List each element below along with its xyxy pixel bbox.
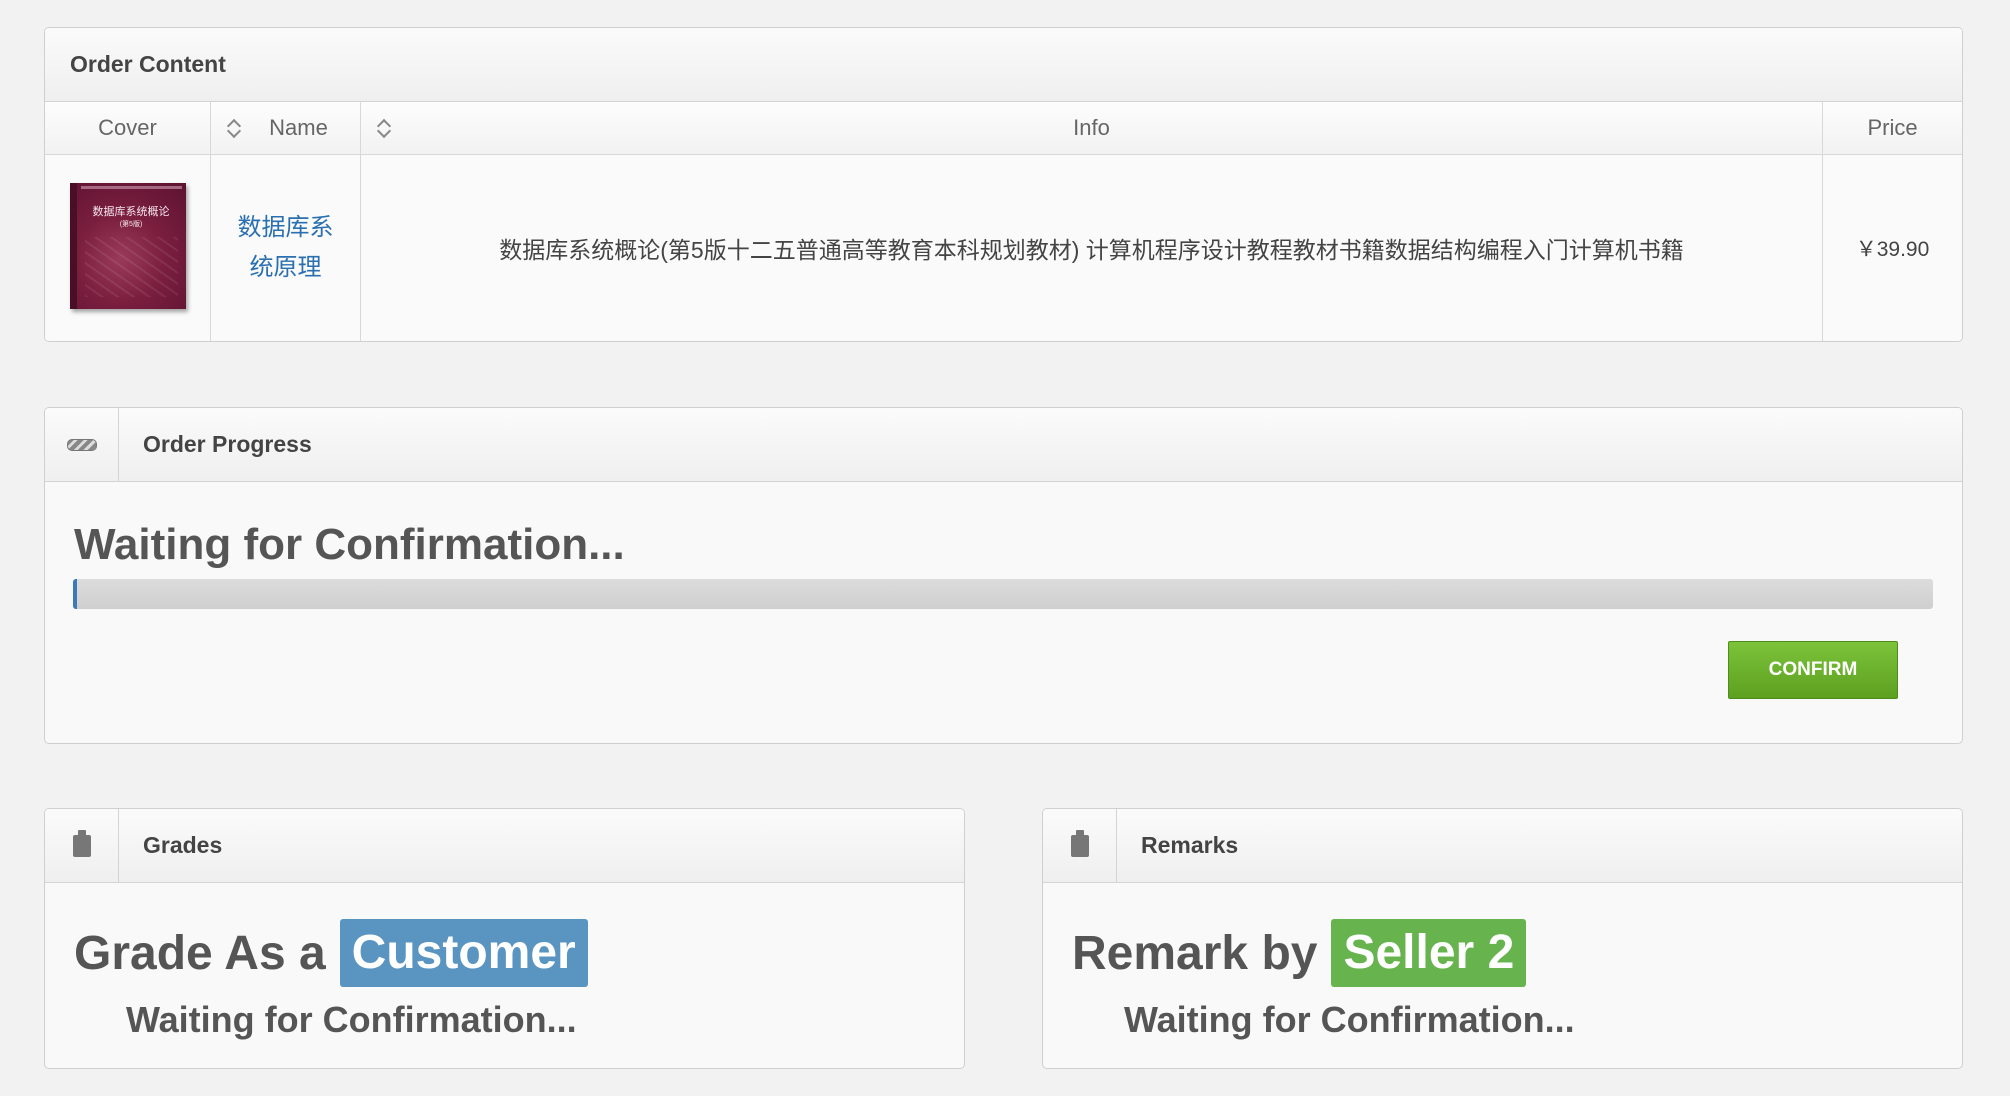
price-cell: ￥39.90	[1822, 154, 1962, 341]
pencil-icon	[45, 408, 119, 482]
grades-panel: Grades Grade As a Customer Waiting for C…	[44, 808, 965, 1069]
product-price: ￥39.90	[1855, 238, 1930, 261]
grades-heading: Grade As a Customer	[74, 919, 588, 987]
remarks-panel: Remarks Remark by Seller 2 Waiting for C…	[1042, 808, 1963, 1069]
grades-status: Waiting for Confirmation...	[126, 999, 577, 1040]
remarks-heading: Remark by Seller 2	[1072, 919, 1527, 987]
product-name-link[interactable]: 数据库系统原理	[231, 208, 341, 288]
remarks-status: Waiting for Confirmation...	[1124, 999, 1575, 1040]
col-name[interactable]: Name	[210, 102, 361, 155]
book-cover-image[interactable]: 数据库系统概论 (第5版)	[69, 182, 186, 309]
col-price: Price	[1822, 102, 1962, 155]
order-progress-title: Order Progress	[143, 431, 312, 457]
sort-icon[interactable]	[377, 117, 391, 139]
role-badge-customer: Customer	[339, 919, 588, 987]
remarks-title: Remarks	[1141, 832, 1239, 858]
grades-heading-text: Grade As a	[74, 926, 326, 980]
cover-title: 数据库系统概论	[92, 204, 170, 218]
progress-status: Waiting for Confirmation...	[74, 520, 625, 569]
clipboard-icon	[1043, 809, 1117, 883]
grades-header: Grades	[45, 809, 964, 883]
col-cover: Cover	[45, 102, 211, 155]
order-content-header: Order Content	[45, 28, 1962, 102]
info-cell: 数据库系统概论(第5版十二五普通高等教育本科规划教材) 计算机程序设计教程教材书…	[360, 154, 1823, 341]
grades-title: Grades	[143, 832, 223, 858]
name-cell: 数据库系统原理	[210, 154, 361, 341]
order-table: Cover Name Info Price 数据库系统概论 (第5版) 数据库系…	[45, 102, 1962, 341]
confirm-button[interactable]: CONFIRM	[1728, 641, 1898, 699]
col-info[interactable]: Info	[360, 102, 1823, 155]
role-badge-seller: Seller 2	[1331, 919, 1527, 987]
progress-bar	[73, 579, 1933, 609]
remarks-heading-text: Remark by	[1072, 926, 1318, 980]
order-content-panel: Order Content Cover Name Info Price 数据库系…	[44, 27, 1963, 342]
remarks-header: Remarks	[1043, 809, 1962, 883]
progress-bar-fill	[73, 579, 77, 609]
cover-edition: (第5版)	[119, 220, 143, 228]
product-info: 数据库系统概论(第5版十二五普通高等教育本科规划教材) 计算机程序设计教程教材书…	[499, 237, 1684, 263]
table-header-row: Cover Name Info Price	[45, 102, 1962, 155]
order-content-title: Order Content	[70, 51, 226, 77]
clipboard-icon	[45, 809, 119, 883]
cover-cell: 数据库系统概论 (第5版)	[45, 154, 211, 341]
order-progress-header: Order Progress	[45, 408, 1962, 482]
order-progress-panel: Order Progress Waiting for Confirmation.…	[44, 407, 1963, 744]
table-row: 数据库系统概论 (第5版) 数据库系统原理 数据库系统概论(第5版十二五普通高等…	[45, 154, 1962, 341]
sort-icon[interactable]	[227, 117, 241, 139]
